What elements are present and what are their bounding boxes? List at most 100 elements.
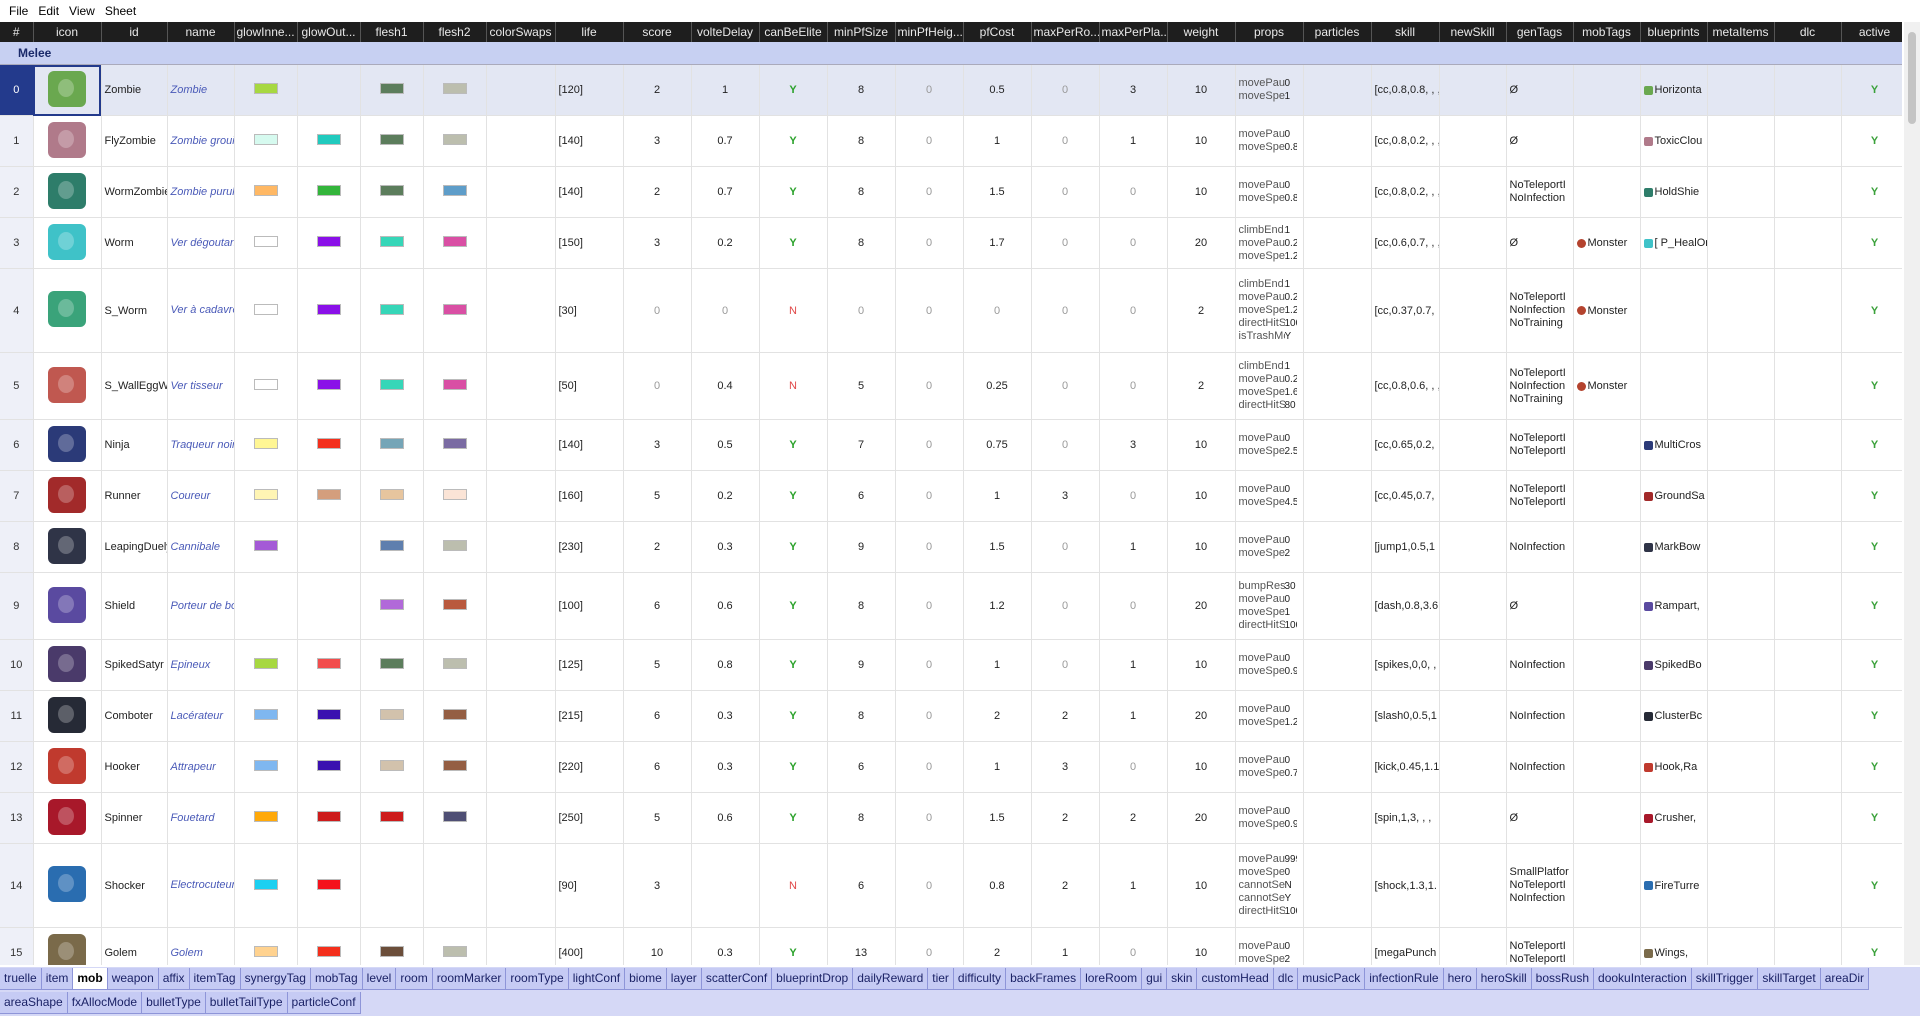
table-row[interactable]: 3 Worm Ver dégoutant [150] 3 0.2 Y 8 0 1.7 0 0 20 cli… — [0, 217, 1902, 269]
cell-value[interactable]: 0 — [895, 470, 964, 522]
color-cell[interactable] — [297, 521, 361, 573]
metaitems-cell[interactable] — [1707, 927, 1775, 965]
blueprints-cell[interactable]: HoldShie — [1640, 166, 1708, 218]
cell-value[interactable]: 9 — [827, 521, 896, 573]
color-cell[interactable] — [360, 166, 424, 218]
active-cell[interactable]: Y — [1841, 792, 1902, 844]
cell-value[interactable]: 6 — [623, 741, 692, 793]
row-index[interactable]: 6 — [0, 419, 34, 471]
cell-value[interactable]: 0 — [1099, 572, 1168, 640]
cell-value[interactable]: 10 — [1167, 166, 1236, 218]
cell-value[interactable]: 2 — [623, 521, 692, 573]
blueprints-cell[interactable]: Hook,Ra — [1640, 741, 1708, 793]
tab-musicPack[interactable]: musicPack — [1298, 968, 1366, 990]
props-cell[interactable]: movePaus...0moveSpe...1 — [1235, 64, 1304, 116]
table-row[interactable]: 9ShieldPorteur de bouclier[100]60.6Y801.… — [0, 572, 1902, 640]
icon-cell[interactable] — [33, 792, 102, 844]
life-cell[interactable]: [125] — [555, 639, 624, 691]
cell-value[interactable]: 6 — [827, 843, 896, 928]
tab-layer[interactable]: layer — [666, 968, 702, 990]
column-header[interactable]: metaItems — [1707, 22, 1775, 42]
name-cell[interactable]: Ver tisseur — [167, 352, 235, 420]
column-header[interactable]: life — [555, 22, 624, 42]
id-cell[interactable]: Zombie — [101, 64, 168, 116]
cell-value[interactable]: 5 — [827, 352, 896, 420]
colorswaps-cell[interactable] — [486, 741, 556, 793]
cell-value[interactable]: 10 — [1167, 639, 1236, 691]
cell-value[interactable]: 0 — [1031, 352, 1100, 420]
cell-value[interactable]: 0 — [1099, 927, 1168, 965]
gentags-cell[interactable]: NoTeleportI NoTeleportI — [1506, 419, 1574, 471]
cell-value[interactable]: 10 — [1167, 64, 1236, 116]
name-cell[interactable]: Lacérateur — [167, 690, 235, 742]
particles-cell[interactable] — [1303, 115, 1372, 167]
menu-sheet[interactable]: Sheet — [100, 4, 141, 18]
column-header[interactable]: props — [1235, 22, 1304, 42]
cell-value[interactable]: 0 — [623, 268, 692, 353]
table-row[interactable]: 8LeapingDuelystCannibale[230]20.3Y901.50… — [0, 521, 1902, 573]
cell-value[interactable]: 0 — [895, 352, 964, 420]
active-cell[interactable]: Y — [1841, 217, 1902, 269]
skill-cell[interactable]: [spikes,0,0, , — [1371, 639, 1440, 691]
particles-cell[interactable] — [1303, 470, 1372, 522]
color-cell[interactable] — [360, 64, 424, 116]
gentags-cell[interactable]: Ø — [1506, 64, 1574, 116]
column-header[interactable]: glowOut... — [297, 22, 361, 42]
dlc-cell[interactable] — [1774, 690, 1842, 742]
cell-value[interactable]: 3 — [623, 217, 692, 269]
column-header[interactable]: colorSwaps — [486, 22, 556, 42]
color-cell[interactable] — [360, 741, 424, 793]
blueprints-cell[interactable]: [ P_HealOr — [1640, 217, 1708, 269]
cell-value[interactable]: 0 — [1031, 115, 1100, 167]
props-cell[interactable]: movePaus...0moveSpe...2 — [1235, 927, 1304, 965]
cell-value[interactable]: 10 — [1167, 843, 1236, 928]
table-row[interactable]: 4 S_Worm Ver à cadavre [30] 0 0 N 0 0 0 0 0 2 climbEn… — [0, 268, 1902, 353]
newskill-cell[interactable] — [1439, 843, 1507, 928]
cell-value[interactable]: 0 — [827, 268, 896, 353]
table-row[interactable]: 14 Shocker Electrocuteur [90] 3 N 6 0 0.8 2 1 10 mov… — [0, 843, 1902, 928]
tab-mobTag[interactable]: mobTag — [310, 968, 363, 990]
color-cell[interactable] — [297, 792, 361, 844]
id-cell[interactable]: S_Worm — [101, 268, 168, 353]
active-cell[interactable]: Y — [1841, 927, 1902, 965]
color-cell[interactable] — [360, 268, 424, 353]
id-cell[interactable]: Shocker — [101, 843, 168, 928]
particles-cell[interactable] — [1303, 521, 1372, 573]
skill-cell[interactable]: [dash,0.8,3.6 — [1371, 572, 1440, 640]
mobtags-cell[interactable] — [1573, 115, 1641, 167]
newskill-cell[interactable] — [1439, 470, 1507, 522]
cell-value[interactable]: 0 — [895, 64, 964, 116]
mobtags-cell[interactable] — [1573, 927, 1641, 965]
skill-cell[interactable]: [megaPunch — [1371, 927, 1440, 965]
mobtags-cell[interactable] — [1573, 690, 1641, 742]
cell-value[interactable]: 3 — [1031, 741, 1100, 793]
cell-value[interactable]: 2 — [1031, 843, 1100, 928]
tab-weapon[interactable]: weapon — [107, 968, 159, 990]
cell-value[interactable]: 0.3 — [691, 741, 760, 793]
column-header[interactable]: genTags — [1506, 22, 1574, 42]
name-cell[interactable]: Porteur de bouclier — [167, 572, 235, 640]
name-cell[interactable]: Zombie — [167, 64, 235, 116]
can-be-elite-cell[interactable]: Y — [759, 64, 828, 116]
cell-value[interactable]: 8 — [827, 572, 896, 640]
cell-value[interactable]: 0 — [963, 268, 1032, 353]
column-header[interactable]: flesh2 — [423, 22, 487, 42]
color-cell[interactable] — [234, 690, 298, 742]
metaitems-cell[interactable] — [1707, 843, 1775, 928]
newskill-cell[interactable] — [1439, 64, 1507, 116]
mobtags-cell[interactable] — [1573, 470, 1641, 522]
active-cell[interactable]: Y — [1841, 843, 1902, 928]
skill-cell[interactable]: [cc,0.8,0.2, , , — [1371, 115, 1440, 167]
table-row[interactable]: 12 Hooker Attrapeur [220] 6 0.3 Y 6 0 1 3 0 10 movePa… — [0, 741, 1902, 793]
cell-value[interactable]: 1 — [1031, 927, 1100, 965]
color-cell[interactable] — [234, 572, 298, 640]
dlc-cell[interactable] — [1774, 639, 1842, 691]
metaitems-cell[interactable] — [1707, 792, 1775, 844]
color-cell[interactable] — [423, 639, 487, 691]
cell-value[interactable]: 6 — [623, 690, 692, 742]
color-cell[interactable] — [360, 572, 424, 640]
mobtags-cell[interactable] — [1573, 166, 1641, 218]
active-cell[interactable]: Y — [1841, 115, 1902, 167]
id-cell[interactable]: Comboter — [101, 690, 168, 742]
color-cell[interactable] — [423, 352, 487, 420]
